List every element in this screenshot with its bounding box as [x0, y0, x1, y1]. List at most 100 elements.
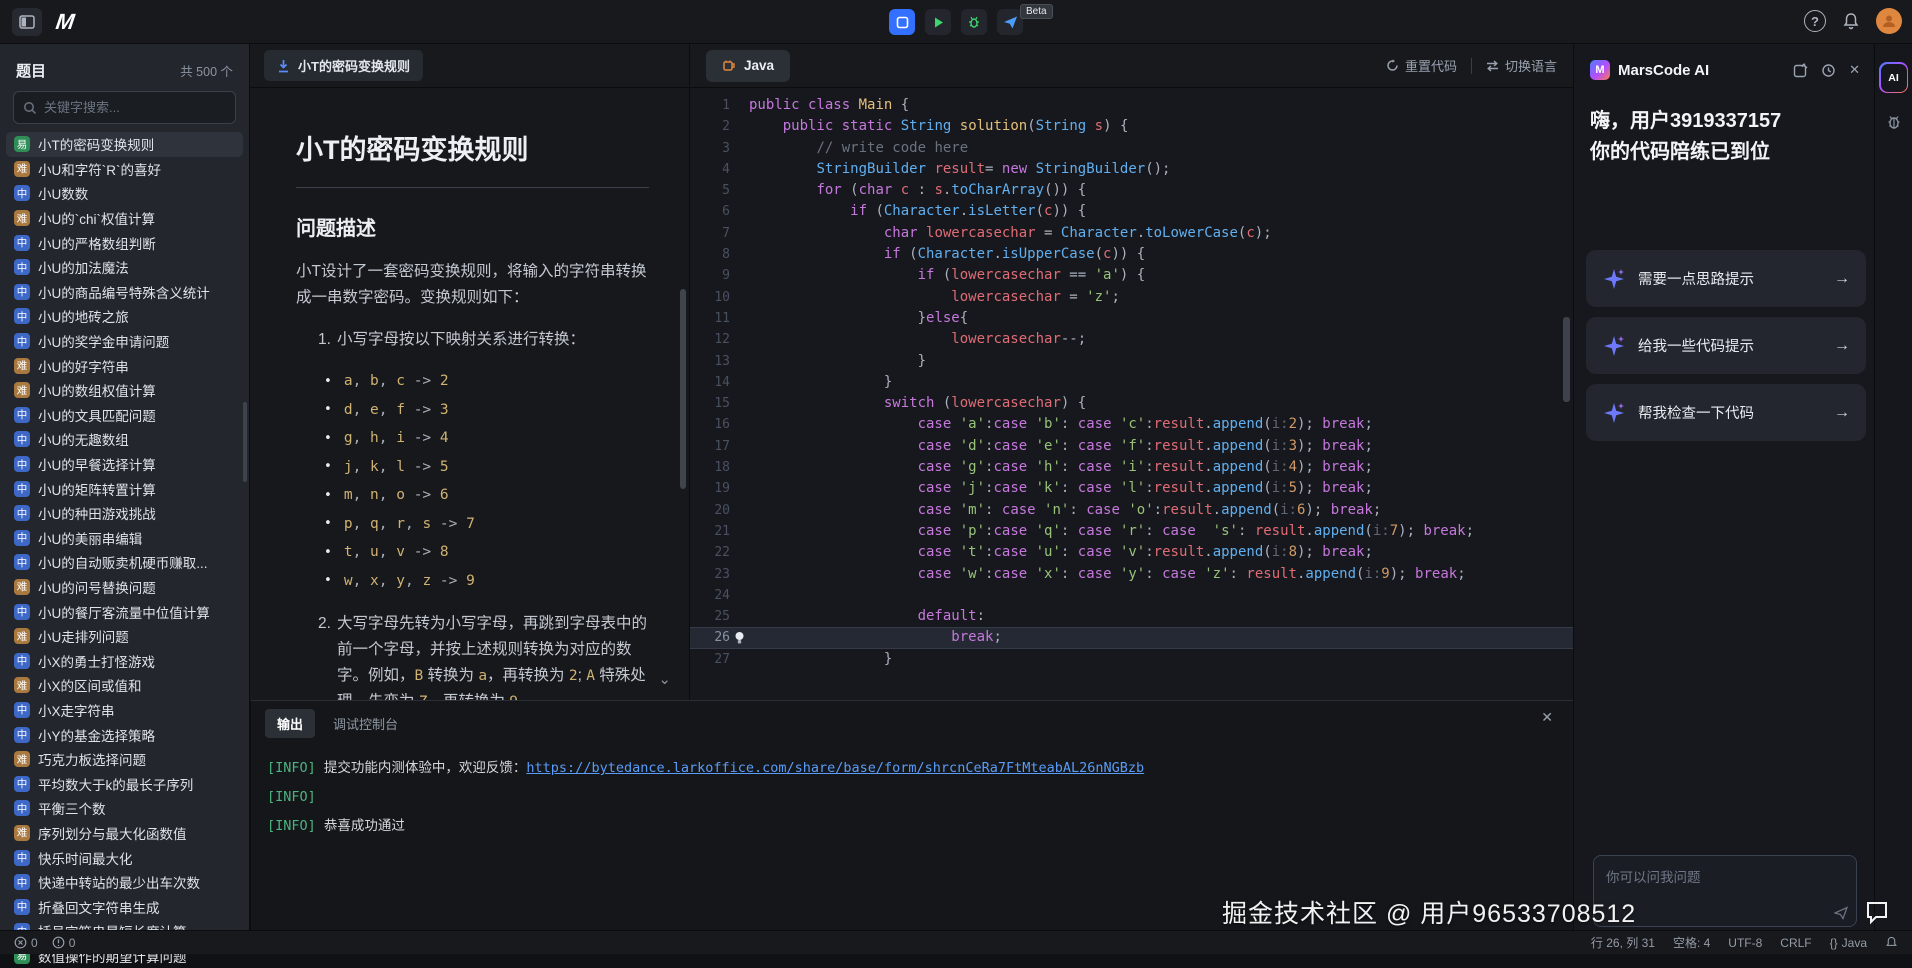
code-line[interactable]: 4 StringBuilder result= new StringBuilde…: [690, 159, 1573, 180]
code-line[interactable]: 25 default:: [690, 606, 1573, 627]
gutter-slot: [730, 414, 749, 435]
chevron-down-icon[interactable]: ⌄: [658, 670, 671, 688]
sidebar-item[interactable]: 中平均数大于k的最长子序列: [0, 771, 249, 796]
code-line[interactable]: 8 if (Character.isUpperCase(c)) {: [690, 244, 1573, 265]
cursor-position[interactable]: 行 26, 列 31: [1591, 934, 1655, 951]
sidebar-item[interactable]: 难小U走排列问题: [0, 624, 249, 649]
search-box[interactable]: [13, 91, 236, 124]
sidebar-item[interactable]: 中小U的商品编号特殊含义统计: [0, 280, 249, 305]
bell-icon[interactable]: [1885, 936, 1898, 949]
avatar[interactable]: [1876, 8, 1902, 34]
code-line[interactable]: 23 case 'w':case 'x': case 'y': case 'z'…: [690, 564, 1573, 585]
blue-app-button[interactable]: [889, 9, 915, 35]
sidebar-scrollbar[interactable]: [243, 402, 247, 482]
code-line[interactable]: 7 char lowercasechar = Character.toLower…: [690, 223, 1573, 244]
debug-button[interactable]: [961, 9, 987, 35]
code-line[interactable]: 27 }: [690, 649, 1573, 670]
sidebar-item[interactable]: 难巧克力板选择问题: [0, 747, 249, 772]
sidebar-item[interactable]: 中小X走字符串: [0, 698, 249, 723]
bug-report-icon[interactable]: [1885, 113, 1903, 131]
sidebar-item[interactable]: 中小U的文具匹配问题: [0, 403, 249, 428]
ai-assistant-tool[interactable]: AI: [1879, 62, 1908, 93]
ai-suggestion-card[interactable]: 帮我检查一下代码→: [1586, 384, 1866, 441]
sidebar-item[interactable]: 中小U的种田游戏挑战: [0, 501, 249, 526]
code-line[interactable]: 14 }: [690, 372, 1573, 393]
run-button[interactable]: [925, 9, 951, 35]
code-line[interactable]: 22 case 't':case 'u': case 'v':result.ap…: [690, 542, 1573, 563]
sidebar-toggle-button[interactable]: [12, 8, 42, 36]
code-area[interactable]: 1public class Main {2 public static Stri…: [690, 88, 1573, 700]
code-line[interactable]: 9 if (lowercasechar == 'a') {: [690, 265, 1573, 286]
sidebar-item[interactable]: 中平衡三个数: [0, 796, 249, 821]
sidebar-item[interactable]: 中小U的餐厅客流量中位值计算: [0, 599, 249, 624]
code-line[interactable]: 16 case 'a':case 'b': case 'c':result.ap…: [690, 414, 1573, 435]
code-line[interactable]: 6 if (Character.isLetter(c)) {: [690, 201, 1573, 222]
sidebar-item[interactable]: 中小U的无趣数组: [0, 427, 249, 452]
tab-java[interactable]: Java: [706, 50, 790, 82]
code-line[interactable]: 24: [690, 585, 1573, 606]
sidebar-item[interactable]: 难小U的好字符串: [0, 353, 249, 378]
code-line[interactable]: 20 case 'm': case 'n': case 'o':result.a…: [690, 500, 1573, 521]
indent-setting[interactable]: 空格: 4: [1673, 934, 1710, 951]
code-line[interactable]: 11 }else{: [690, 308, 1573, 329]
code-line[interactable]: 18 case 'g':case 'h': case 'i':result.ap…: [690, 457, 1573, 478]
warnings-indicator[interactable]: 0: [52, 936, 76, 950]
editor-scrollbar[interactable]: [1563, 317, 1570, 402]
send-icon[interactable]: [1834, 906, 1848, 920]
sidebar-item[interactable]: 中小U的加法魔法: [0, 255, 249, 280]
sidebar-item[interactable]: 中快递中转站的最少出车次数: [0, 870, 249, 895]
sidebar-item[interactable]: 中快乐时间最大化: [0, 845, 249, 870]
sidebar-item[interactable]: 中小U的早餐选择计算: [0, 452, 249, 477]
description-scrollbar[interactable]: [680, 289, 686, 489]
sidebar-item[interactable]: 中折叠回文字符串生成: [0, 894, 249, 919]
ai-suggestion-card[interactable]: 需要一点思路提示→: [1586, 250, 1866, 307]
close-icon[interactable]: ✕: [1849, 62, 1860, 78]
description-tab[interactable]: 小T的密码变换规则: [264, 50, 423, 81]
encoding[interactable]: UTF-8: [1728, 936, 1762, 950]
sidebar-item[interactable]: 难小U的数组权值计算: [0, 378, 249, 403]
sidebar-item[interactable]: 中小U的美丽串编辑: [0, 526, 249, 551]
sidebar-item[interactable]: 中小Y的基金选择策略: [0, 722, 249, 747]
code-line[interactable]: 2 public static String solution(String s…: [690, 116, 1573, 137]
code-line[interactable]: 19 case 'j':case 'k': case 'l':result.ap…: [690, 478, 1573, 499]
history-icon[interactable]: [1821, 63, 1836, 78]
eol-setting[interactable]: CRLF: [1780, 936, 1811, 950]
help-icon[interactable]: ?: [1804, 10, 1826, 32]
code-line[interactable]: 21 case 'p':case 'q': case 'r': case 's'…: [690, 521, 1573, 542]
sidebar-item[interactable]: 难序列划分与最大化函数值: [0, 821, 249, 846]
code-line[interactable]: 1public class Main {: [690, 95, 1573, 116]
tab-debug-console[interactable]: 调试控制台: [333, 714, 398, 733]
language-mode[interactable]: {} Java: [1830, 936, 1867, 950]
sidebar-item[interactable]: 难小X的区间或值和: [0, 673, 249, 698]
sidebar-item[interactable]: 难小U和字符`R`的喜好: [0, 157, 249, 182]
code-line[interactable]: 17 case 'd':case 'e': case 'f':result.ap…: [690, 436, 1573, 457]
sidebar-item[interactable]: 难小U的`chi`权值计算: [0, 206, 249, 231]
code-line[interactable]: 15 switch (lowercasechar) {: [690, 393, 1573, 414]
sidebar-item[interactable]: 中小U的地砖之旅: [0, 304, 249, 329]
search-input[interactable]: [44, 100, 226, 115]
sidebar-item[interactable]: 难小U的问号替换问题: [0, 575, 249, 600]
ai-suggestion-card[interactable]: 给我一些代码提示→: [1586, 317, 1866, 374]
code-line[interactable]: 13 }: [690, 351, 1573, 372]
code-line[interactable]: 5 for (char c : s.toCharArray()) {: [690, 180, 1573, 201]
code-line[interactable]: 3 // write code here: [690, 138, 1573, 159]
tab-output[interactable]: 输出: [265, 709, 315, 738]
sidebar-item[interactable]: 中小U的奖学金申请问题: [0, 329, 249, 354]
sidebar-item[interactable]: 中小U的严格数组判断: [0, 230, 249, 255]
sidebar-item[interactable]: 中小U的矩阵转置计算: [0, 476, 249, 501]
sidebar-item[interactable]: 易小T的密码变换规则: [6, 132, 243, 157]
new-chat-icon[interactable]: [1793, 63, 1808, 78]
code-line[interactable]: 10 lowercasechar = 'z';: [690, 287, 1573, 308]
sidebar-item[interactable]: 中小U数数: [0, 181, 249, 206]
switch-language-button[interactable]: 切换语言: [1486, 56, 1557, 75]
errors-indicator[interactable]: 0: [14, 936, 38, 950]
ai-question-input[interactable]: 你可以问我问题: [1593, 855, 1857, 927]
code-line[interactable]: 26 break;: [690, 627, 1573, 648]
sidebar-item[interactable]: 中小U的自动贩卖机硬币赚取...: [0, 550, 249, 575]
bell-icon[interactable]: [1842, 12, 1860, 30]
lightbulb-icon[interactable]: [734, 631, 745, 645]
close-icon[interactable]: ✕: [1541, 709, 1553, 726]
sidebar-item[interactable]: 中小X的勇士打怪游戏: [0, 648, 249, 673]
code-line[interactable]: 12 lowercasechar--;: [690, 329, 1573, 350]
reset-code-button[interactable]: 重置代码: [1386, 56, 1457, 75]
